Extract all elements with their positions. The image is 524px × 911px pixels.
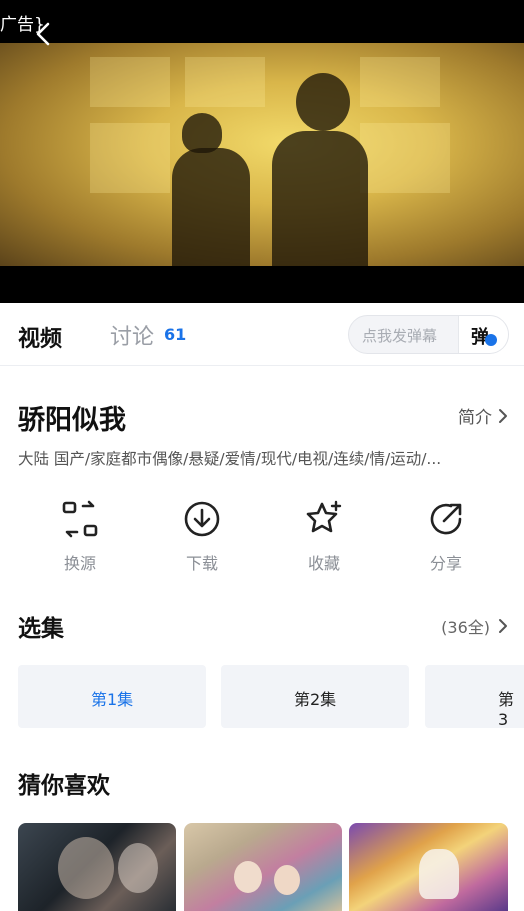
episodes-total: (36全) bbox=[441, 618, 490, 637]
content-tabbar: 视频 讨论 61 点我发弹幕 弹 bbox=[0, 303, 524, 366]
recommend-poster-1[interactable] bbox=[18, 823, 176, 911]
favorite-star-icon bbox=[306, 500, 342, 533]
show-title: 骄阳似我 bbox=[18, 405, 126, 436]
episode-label: 第3 bbox=[498, 690, 515, 729]
silhouette-body-right bbox=[272, 131, 368, 266]
light-pane bbox=[90, 57, 170, 107]
danmu-placeholder: 点我发弹幕 bbox=[362, 327, 438, 345]
light-pane bbox=[360, 57, 440, 107]
danmu-toggle-button[interactable]: 弹 bbox=[458, 316, 508, 353]
poster-figure bbox=[274, 865, 300, 895]
switch-source-icon bbox=[62, 500, 98, 538]
video-player[interactable]: 广告} bbox=[0, 0, 524, 303]
tab-video[interactable]: 视频 bbox=[18, 321, 62, 353]
action-label: 收藏 bbox=[307, 554, 340, 573]
intro-link[interactable]: 简介 bbox=[458, 403, 508, 428]
show-tags: 大陆 国产/家庭都市偶像/悬疑/爱情/现代/电视/连续/情/运动/... bbox=[18, 450, 442, 468]
danmu-input[interactable]: 点我发弹幕 弹 bbox=[348, 315, 509, 354]
intro-label: 简介 bbox=[458, 408, 492, 428]
silhouette-body-left bbox=[172, 148, 250, 266]
poster-figure bbox=[58, 837, 114, 899]
back-arrow-icon bbox=[36, 22, 50, 46]
silhouette-head-right bbox=[296, 73, 350, 131]
action-label: 分享 bbox=[429, 554, 462, 573]
video-frame[interactable] bbox=[0, 43, 524, 266]
episode-label: 第1集 bbox=[91, 690, 134, 709]
recommend-poster-3[interactable] bbox=[349, 823, 508, 911]
recommend-poster-2[interactable] bbox=[184, 823, 342, 911]
download-button[interactable]: 下载 bbox=[162, 500, 242, 574]
action-label: 换源 bbox=[63, 554, 96, 573]
chevron-right-icon bbox=[499, 619, 507, 633]
discuss-count-badge: 61 bbox=[164, 325, 187, 344]
episode-item-3[interactable]: 第3 bbox=[425, 665, 524, 729]
share-icon bbox=[430, 503, 462, 535]
tab-discuss[interactable]: 讨论 bbox=[110, 319, 154, 351]
episodes-all-link[interactable]: (36全) bbox=[441, 614, 508, 638]
check-badge-icon bbox=[485, 334, 497, 346]
favorite-button[interactable]: 收藏 bbox=[284, 500, 364, 574]
silhouette-head-left bbox=[182, 113, 222, 153]
episode-item-1[interactable]: 第1集 bbox=[18, 665, 206, 728]
episodes-title: 选集 bbox=[18, 616, 64, 642]
share-button[interactable]: 分享 bbox=[406, 500, 486, 574]
chevron-right-icon bbox=[499, 408, 507, 423]
download-icon bbox=[184, 501, 220, 537]
back-button[interactable] bbox=[32, 20, 56, 48]
recommend-title: 猜你喜欢 bbox=[18, 773, 110, 799]
light-pane bbox=[90, 123, 170, 193]
light-pane bbox=[185, 57, 265, 107]
episode-label: 第2集 bbox=[294, 690, 337, 709]
action-label: 下载 bbox=[185, 554, 218, 573]
poster-figure bbox=[234, 861, 262, 893]
episode-item-2[interactable]: 第2集 bbox=[221, 665, 409, 728]
poster-figure bbox=[419, 849, 459, 899]
light-pane bbox=[360, 123, 450, 193]
poster-figure bbox=[118, 843, 158, 893]
switch-source-button[interactable]: 换源 bbox=[40, 500, 120, 574]
